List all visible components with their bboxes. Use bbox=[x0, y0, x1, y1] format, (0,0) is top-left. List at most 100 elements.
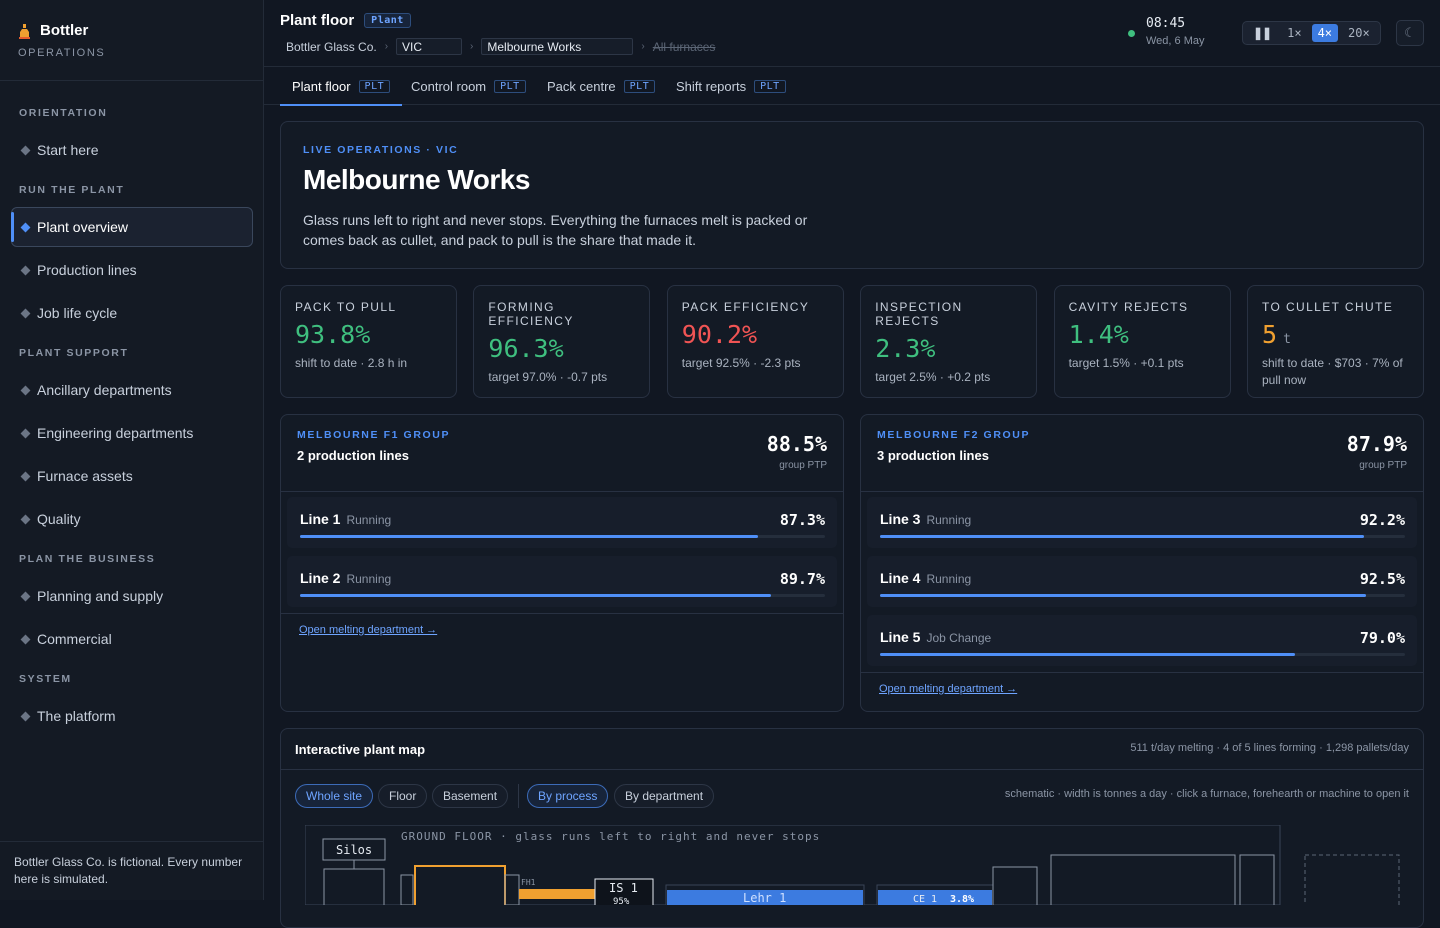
line-ptp-value: 79.0% bbox=[1359, 629, 1405, 647]
line-status: Running bbox=[926, 572, 972, 586]
line-progress-track bbox=[880, 535, 1405, 538]
sidebar-item-furnace-assets[interactable]: Furnace assets bbox=[11, 456, 253, 496]
brand-name: Bottler bbox=[40, 22, 89, 39]
sidebar-item-quality[interactable]: Quality bbox=[11, 499, 253, 539]
diamond-icon bbox=[20, 145, 31, 156]
line-name: Line 4 bbox=[880, 570, 921, 586]
kpi-label: FORMING EFFICIENCY bbox=[488, 300, 574, 328]
kpi-value: 96.3% bbox=[488, 334, 564, 363]
tab-badge: PLT bbox=[494, 79, 526, 93]
kpi-value-row: 2.3% bbox=[875, 334, 1022, 363]
production-line-row[interactable]: Line 2 Running 89.7% bbox=[287, 556, 837, 607]
sidebar-item-planning-and-supply[interactable]: Planning and supply bbox=[11, 576, 253, 616]
speed-4x-button[interactable]: 4× bbox=[1311, 24, 1339, 42]
kpi-label: INSPECTION REJECTS bbox=[875, 300, 963, 328]
map-stats: 511 t/day melting · 4 of 5 lines forming… bbox=[1130, 742, 1409, 754]
sim-speed-control: ❚❚ 1× 4× 20× bbox=[1242, 21, 1381, 45]
bottle-logo-icon bbox=[19, 23, 30, 39]
site-select[interactable]: Melbourne Works bbox=[481, 38, 634, 55]
line-name: Line 1 bbox=[300, 511, 341, 527]
kpi-card: INSPECTION REJECTS 2.3% target 2.5% · +0.2… bbox=[860, 285, 1038, 398]
sidebar-item-production-lines[interactable]: Production lines bbox=[11, 250, 253, 290]
line-name-row: Line 5 Job Change bbox=[880, 629, 991, 645]
kpi-card: FORMING EFFICIENCY 96.3% target 97.0% · -0… bbox=[473, 285, 651, 398]
group-subtitle: 3 production lines bbox=[877, 448, 989, 463]
tab-label: Pack centre bbox=[547, 78, 616, 94]
sidebar-item-the-platform[interactable]: The platform bbox=[11, 696, 253, 736]
f1-group-card: MELBOURNE F1 GROUP 2 production lines 88.5… bbox=[280, 414, 844, 712]
sidebar-item-job-life-cycle[interactable]: Job life cycle bbox=[11, 293, 253, 333]
region-select[interactable]: VIC bbox=[396, 38, 463, 55]
production-line-row[interactable]: Line 1 Running 87.3% bbox=[287, 497, 837, 548]
sidebar-item-label: Furnace assets bbox=[37, 468, 133, 484]
kpi-card: PACK EFFICIENCY 90.2% target 92.5% · -2.3 … bbox=[666, 285, 844, 398]
palletiser[interactable] bbox=[1239, 854, 1275, 905]
kpi-note: target 92.5% · -2.3 pts bbox=[681, 356, 801, 370]
line-progress-track bbox=[300, 535, 825, 538]
plant-map-card: Interactive plant map 511 t/day melting … bbox=[280, 728, 1424, 928]
tab-control-room[interactable]: Control room PLT bbox=[411, 67, 526, 105]
clock-time: 08:45 bbox=[1146, 16, 1186, 31]
sidebar: Bottler OPERATIONS ORIENTATION Start here… bbox=[0, 0, 264, 900]
open-melting-department-link[interactable]: Open melting department → bbox=[299, 624, 437, 636]
sidebar-item-plant-overview[interactable]: Plant overview bbox=[11, 207, 253, 247]
line-status: Running bbox=[926, 513, 972, 527]
sidebar-item-ancillary-departments[interactable]: Ancillary departments bbox=[11, 370, 253, 410]
sidebar-item-label: Job life cycle bbox=[37, 305, 118, 321]
sidebar-item-label: Plant overview bbox=[37, 219, 129, 235]
open-melting-department-link[interactable]: Open melting department → bbox=[879, 683, 1017, 695]
filter-floor[interactable]: Floor bbox=[378, 784, 428, 808]
forehearth-1[interactable] bbox=[519, 889, 595, 899]
tab-shift-reports[interactable]: Shift reports PLT bbox=[676, 67, 786, 105]
kpi-value: 1.4% bbox=[1068, 320, 1129, 349]
sidebar-item-commercial[interactable]: Commercial bbox=[11, 619, 253, 659]
silos-label: Silos bbox=[336, 843, 372, 857]
production-line-row[interactable]: Line 5 Job Change 79.0% bbox=[867, 615, 1417, 666]
pause-icon[interactable]: ❚❚ bbox=[1247, 24, 1277, 42]
breadcrumb-separator-icon: › bbox=[641, 41, 645, 52]
theme-toggle-moon-icon[interactable]: ☾ bbox=[1396, 20, 1424, 46]
breadcrumb-furnaces[interactable]: All furnaces bbox=[653, 40, 716, 54]
filter-whole-site[interactable]: Whole site bbox=[295, 784, 374, 808]
production-line-row[interactable]: Line 3 Running 92.2% bbox=[867, 497, 1417, 548]
view-by-process[interactable]: By process bbox=[527, 784, 609, 808]
page-title: Plant floor bbox=[280, 12, 355, 29]
kpi-value-row: 5t bbox=[1262, 320, 1409, 349]
tab-pack-centre[interactable]: Pack centre PLT bbox=[547, 67, 656, 105]
view-by-department[interactable]: By department bbox=[614, 784, 715, 808]
refiner bbox=[504, 874, 520, 905]
diamond-icon bbox=[20, 428, 31, 439]
inspection-cell[interactable] bbox=[992, 866, 1038, 905]
line-status: Job Change bbox=[926, 631, 992, 645]
sidebar-item-label: The platform bbox=[37, 708, 116, 724]
kpi-value: 5 bbox=[1262, 320, 1278, 349]
speed-20x-button[interactable]: 20× bbox=[1342, 24, 1376, 42]
group-footer-divider bbox=[861, 672, 1423, 673]
sidebar-item-label: Commercial bbox=[37, 631, 112, 647]
sidebar-item-start-here[interactable]: Start here bbox=[11, 130, 253, 170]
kpi-value-row: 1.4% bbox=[1069, 320, 1216, 349]
line-progress-fill bbox=[880, 594, 1366, 597]
sidebar-item-engineering-departments[interactable]: Engineering departments bbox=[11, 413, 253, 453]
furnace-1[interactable] bbox=[414, 865, 506, 905]
speed-1x-button[interactable]: 1× bbox=[1281, 24, 1307, 42]
line-name-row: Line 2 Running bbox=[300, 570, 391, 586]
sidebar-item-label: Quality bbox=[37, 511, 81, 527]
packing-area[interactable] bbox=[1050, 854, 1236, 905]
lehr-label: Lehr 1 bbox=[743, 891, 786, 905]
clock-date: Wed, 6 May bbox=[1146, 35, 1205, 47]
group-footer-divider bbox=[281, 613, 843, 614]
sidebar-footer-note: Bottler Glass Co. is fictional. Every nu… bbox=[0, 841, 264, 900]
line-name-row: Line 1 Running bbox=[300, 511, 391, 527]
diamond-icon bbox=[20, 308, 31, 319]
kpi-value-row: 93.8% bbox=[295, 320, 442, 349]
breadcrumb-company[interactable]: Bottler Glass Co. bbox=[286, 40, 377, 54]
line-status: Running bbox=[346, 513, 392, 527]
tab-plant-floor[interactable]: Plant floor PLT bbox=[279, 67, 403, 106]
production-line-row[interactable]: Line 4 Running 92.5% bbox=[867, 556, 1417, 607]
nav-section-title: PLANT SUPPORT bbox=[19, 347, 129, 359]
filter-basement[interactable]: Basement bbox=[432, 784, 509, 808]
tab-label: Plant floor bbox=[292, 78, 351, 94]
kpi-label: CAVITY REJECTS bbox=[1068, 300, 1189, 314]
charger[interactable] bbox=[400, 874, 414, 905]
